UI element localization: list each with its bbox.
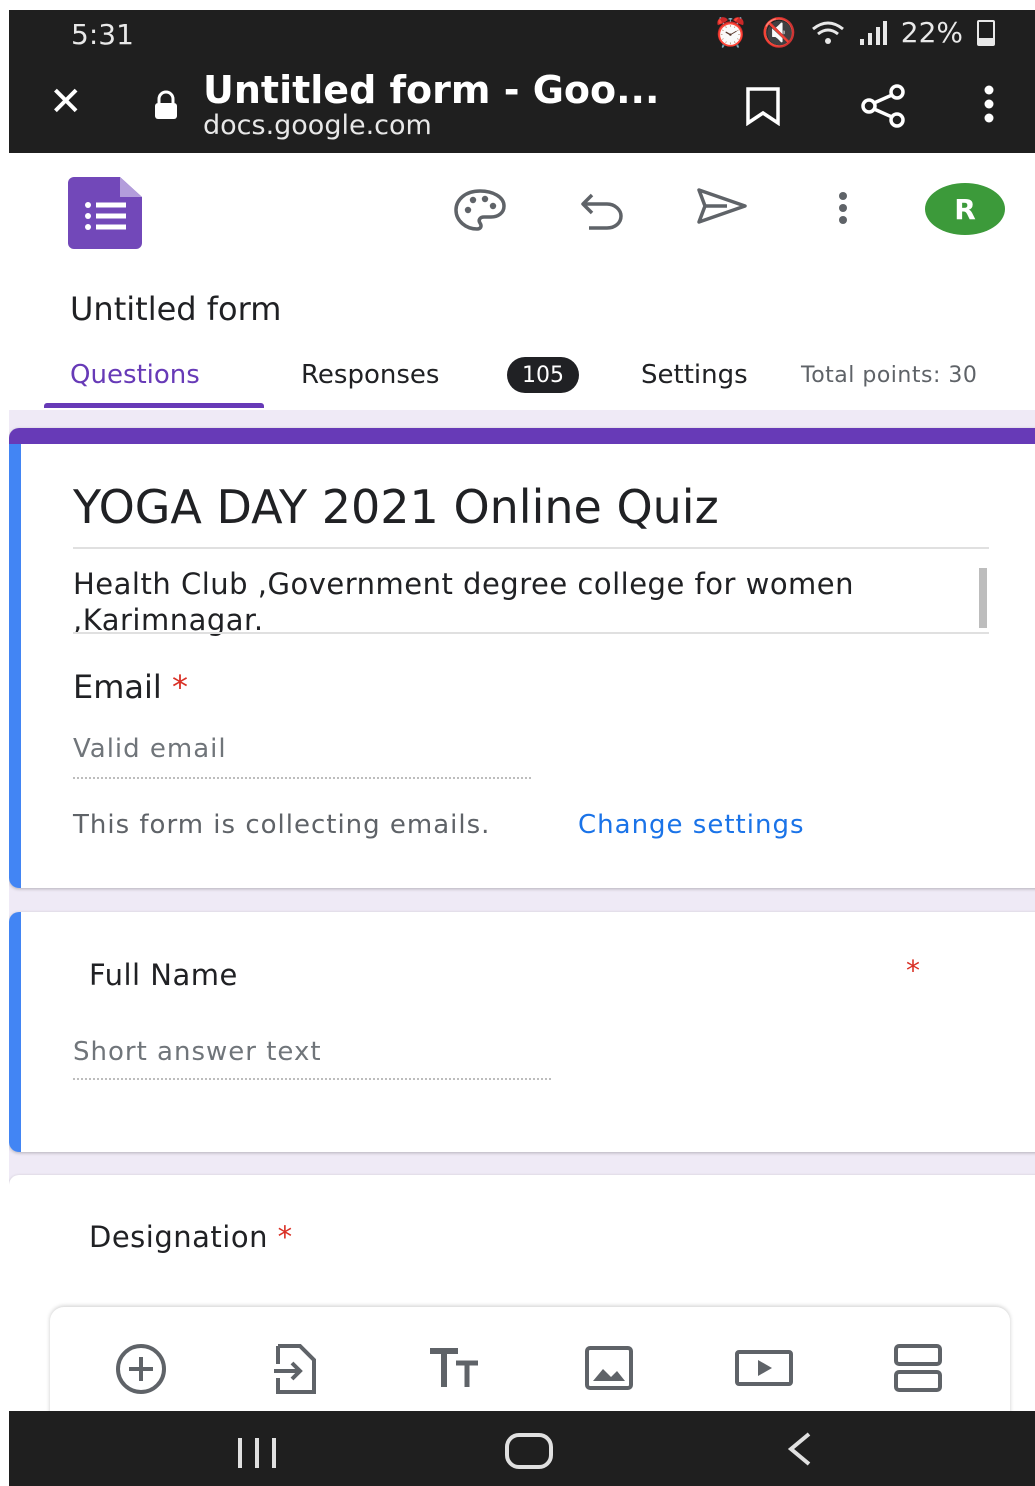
form-title-field[interactable]: YOGA DAY 2021 Online Quiz xyxy=(73,480,719,534)
signal-icon xyxy=(859,20,887,45)
battery-icon xyxy=(977,19,995,46)
more-options-icon[interactable] xyxy=(981,84,997,124)
total-points: Total points: 30 xyxy=(801,363,978,388)
title-underline xyxy=(73,547,989,549)
screen: 5:31 ⏰ 🔇 22% ✕ Untitled form - Goo... do… xyxy=(9,10,1035,1486)
add-title-text-icon[interactable] xyxy=(428,1347,482,1391)
alarm-icon: ⏰ xyxy=(713,16,748,49)
question-title-full-name[interactable]: Full Name xyxy=(89,958,238,992)
description-scrollbar[interactable] xyxy=(979,568,987,628)
browser-bar: 5:31 ⏰ 🔇 22% ✕ Untitled form - Goo... do… xyxy=(9,10,1035,153)
tab-responses[interactable]: Responses xyxy=(301,360,439,390)
form-tabs: Questions Responses 105 Settings Total p… xyxy=(9,357,1035,410)
status-icons: ⏰ 🔇 22% xyxy=(713,16,995,49)
avatar[interactable]: R xyxy=(925,183,1005,235)
email-collect-notice: This form is collecting emails. xyxy=(73,810,491,840)
question-card-full-name[interactable] xyxy=(9,912,1035,1152)
question-title-designation[interactable]: Designation * xyxy=(89,1220,293,1254)
add-question-icon[interactable] xyxy=(114,1342,168,1396)
form-name: Untitled form xyxy=(70,290,282,328)
wifi-icon xyxy=(811,21,844,44)
import-questions-icon[interactable] xyxy=(272,1342,318,1396)
responses-count-badge: 105 xyxy=(507,357,579,393)
home-button[interactable] xyxy=(505,1433,553,1469)
bookmark-icon[interactable] xyxy=(744,86,782,126)
send-icon[interactable] xyxy=(695,186,749,226)
system-nav-bar xyxy=(9,1411,1035,1486)
short-answer-placeholder: Short answer text xyxy=(73,1037,322,1067)
add-item-toolbar xyxy=(50,1307,1010,1427)
recent-apps-icon[interactable] xyxy=(235,1436,279,1470)
form-description-field[interactable]: Health Club ,Government degree college f… xyxy=(73,566,933,638)
back-icon[interactable] xyxy=(785,1431,815,1467)
active-card-indicator xyxy=(9,912,21,1152)
undo-icon[interactable] xyxy=(579,192,625,232)
status-time: 5:31 xyxy=(71,18,134,51)
active-card-indicator xyxy=(9,444,21,888)
email-input-placeholder: Valid email xyxy=(73,734,227,764)
email-input-line xyxy=(73,777,531,779)
add-video-icon[interactable] xyxy=(734,1349,794,1387)
designation-label-text: Designation xyxy=(89,1220,268,1254)
mute-icon: 🔇 xyxy=(761,16,797,49)
active-tab-indicator xyxy=(44,403,264,408)
google-forms-logo-icon xyxy=(68,177,142,249)
battery-level: 22% xyxy=(900,16,963,49)
change-settings-link[interactable]: Change settings xyxy=(578,810,805,840)
add-image-icon[interactable] xyxy=(584,1345,634,1391)
tab-questions[interactable]: Questions xyxy=(70,360,200,390)
share-icon[interactable] xyxy=(859,84,907,128)
required-asterisk: * xyxy=(906,954,920,987)
email-question-label: Email * xyxy=(73,668,188,706)
required-asterisk: * xyxy=(171,668,188,706)
short-answer-line xyxy=(73,1078,551,1080)
palette-icon[interactable] xyxy=(453,188,507,232)
close-icon[interactable]: ✕ xyxy=(49,82,83,122)
add-section-icon[interactable] xyxy=(892,1342,944,1396)
page-title: Untitled form - Goo... xyxy=(203,68,660,112)
more-vert-icon[interactable] xyxy=(835,190,851,230)
description-underline xyxy=(73,632,989,634)
email-label-text: Email xyxy=(73,668,162,706)
page-url[interactable]: docs.google.com xyxy=(203,110,432,141)
tab-settings[interactable]: Settings xyxy=(641,360,748,390)
theme-stripe xyxy=(9,428,1035,444)
lock-icon xyxy=(155,90,177,119)
required-asterisk: * xyxy=(277,1220,293,1254)
